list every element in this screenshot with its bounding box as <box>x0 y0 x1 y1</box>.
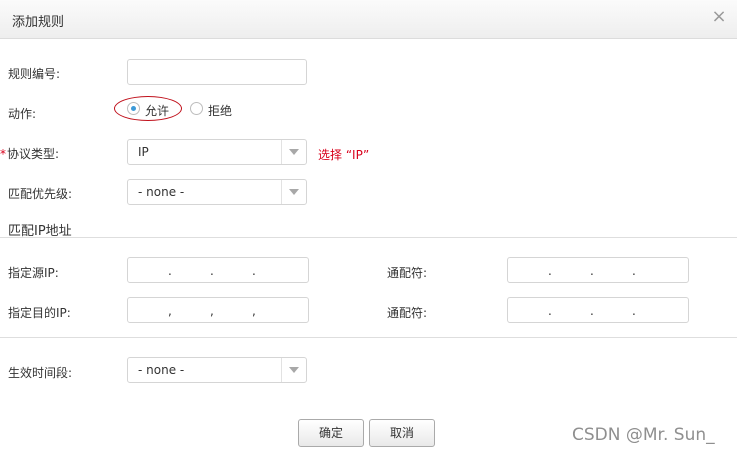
ip-dot: , <box>168 304 172 318</box>
dialog-title: 添加规则 <box>12 15 65 30</box>
ip-dot: . <box>590 304 594 318</box>
schedule-select[interactable]: - none - <box>127 357 307 383</box>
ip-dot: , <box>210 304 214 318</box>
rule-number-input[interactable] <box>127 59 307 85</box>
close-icon[interactable]: × <box>711 8 727 26</box>
ip-dot: . <box>548 264 552 278</box>
dest-ip-input[interactable]: , , , <box>127 297 309 323</box>
chevron-down-icon[interactable] <box>281 140 306 164</box>
rule-number-label: 规则编号: <box>8 67 61 81</box>
chevron-down-icon[interactable] <box>281 358 306 382</box>
source-ip-label: 指定源IP: <box>8 266 59 280</box>
schedule-divider <box>0 337 737 338</box>
source-wildcard-input[interactable]: . . . <box>507 257 689 283</box>
ip-dot: . <box>590 264 594 278</box>
schedule-label: 生效时间段: <box>8 366 73 380</box>
chevron-down-icon[interactable] <box>281 180 306 204</box>
cancel-button[interactable]: 取消 <box>369 419 435 447</box>
radio-allow-label[interactable]: 允许 <box>145 102 169 119</box>
add-rule-dialog: 添加规则 × 规则编号: 动作: 允许 拒绝 *协议类型: IP 选择 “IP”… <box>0 0 737 455</box>
radio-deny[interactable] <box>190 102 203 115</box>
dest-ip-label: 指定目的IP: <box>8 306 71 320</box>
ip-dot: . <box>632 264 636 278</box>
protocol-label: *协议类型: <box>0 145 59 162</box>
ip-dot: . <box>548 304 552 318</box>
priority-select[interactable]: - none - <box>127 179 307 205</box>
source-ip-input[interactable]: . . . <box>127 257 309 283</box>
protocol-hint: 选择 “IP” <box>318 148 370 162</box>
radio-allow[interactable] <box>127 102 140 115</box>
priority-label: 匹配优先级: <box>8 187 73 201</box>
ok-button[interactable]: 确定 <box>298 419 364 447</box>
dialog-titlebar: 添加规则 × <box>0 0 737 39</box>
watermark: CSDN @Mr. Sun_ <box>572 425 715 445</box>
dest-wildcard-input[interactable]: . . . <box>507 297 689 323</box>
schedule-select-value: - none - <box>138 363 185 377</box>
source-wildcard-label: 通配符: <box>387 266 428 280</box>
ip-dot: , <box>252 304 256 318</box>
section-divider <box>0 237 737 238</box>
protocol-label-text: 协议类型: <box>7 147 60 161</box>
radio-deny-label[interactable]: 拒绝 <box>208 102 232 119</box>
ip-dot: . <box>210 264 214 278</box>
protocol-select-value: IP <box>138 145 149 159</box>
required-marker: * <box>0 147 6 161</box>
action-label: 动作: <box>8 107 37 121</box>
protocol-select[interactable]: IP <box>127 139 307 165</box>
priority-select-value: - none - <box>138 185 185 199</box>
ip-dot: . <box>632 304 636 318</box>
ip-dot: . <box>168 264 172 278</box>
ip-dot: . <box>252 264 256 278</box>
dest-wildcard-label: 通配符: <box>387 306 428 320</box>
